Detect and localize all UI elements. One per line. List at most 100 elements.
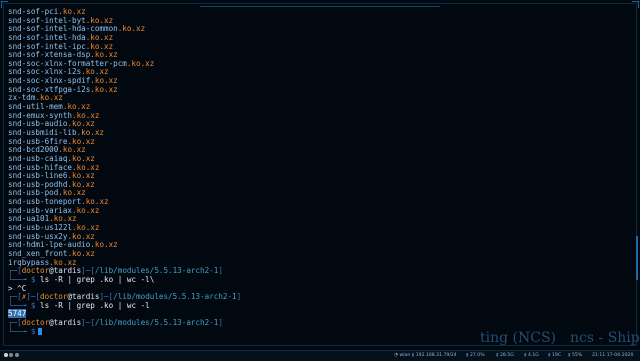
cursor-block bbox=[38, 327, 43, 335]
datetime[interactable]: 21:11 17-04-2020 bbox=[592, 353, 633, 358]
temperature: 19C bbox=[552, 353, 562, 358]
module-name: snd-sof-xtensa-dsp bbox=[8, 50, 91, 60]
module-name: snd-usb-pod bbox=[8, 188, 59, 198]
workspace-dot-icon[interactable] bbox=[4, 353, 8, 357]
ghost-text-1: ting (NCS) bbox=[480, 330, 557, 346]
module-extension: .ko.xz bbox=[49, 257, 77, 267]
prompt-user: doctor bbox=[40, 292, 68, 302]
prompt-header: ┌─[doctor@tardis]─[/lib/modules/5.5.13-a… bbox=[8, 318, 478, 328]
prompt-bracket: ] bbox=[218, 318, 223, 328]
status-bar: ◔ wlan ▮ 192.168.31.79/24 ▮ 27.0% ▮ 28.5… bbox=[0, 350, 640, 361]
module-name: snd-usb-audio bbox=[8, 119, 68, 129]
module-extension: .ko.xz bbox=[117, 24, 146, 34]
continuation-text: > ^C bbox=[8, 283, 27, 293]
module-extension: .ko.xz bbox=[90, 76, 118, 86]
module-name: snd-soc-xlnx-formatter-pcm bbox=[8, 58, 127, 68]
prompt-bracket: ┌─[ bbox=[8, 292, 22, 302]
workspace-dot-icon[interactable] bbox=[9, 353, 14, 357]
network-widget: ◔ wlan ▮ 192.168.31.79/24 bbox=[394, 353, 457, 358]
command-line: └──╼ $ ls -R | grep .ko | wc -l bbox=[8, 300, 478, 311]
output-count-selected[interactable]: 5747 bbox=[8, 309, 27, 319]
workspace-indicators[interactable] bbox=[4, 353, 19, 359]
module-name: snd-soc-xlnx-i2s bbox=[8, 67, 82, 77]
module-name: snd-usb-line6 bbox=[8, 171, 68, 181]
module-extension: .ko.xz bbox=[72, 110, 100, 120]
prompt-user: doctor bbox=[21, 318, 50, 328]
workspace-dot-icon[interactable] bbox=[14, 353, 19, 357]
command-line: └──╼ $ bbox=[8, 326, 478, 337]
memory-icon: ▮ bbox=[496, 353, 499, 358]
module-extension: .ko.xz bbox=[35, 93, 63, 103]
module-extension: .ko.xz bbox=[81, 197, 109, 207]
prompt-host: tardis bbox=[72, 292, 100, 302]
command-text: ls -R | grep .ko | wc -l bbox=[40, 300, 150, 310]
clock-widget[interactable]: 21:11 17-04-2020 bbox=[592, 353, 633, 358]
module-extension: .ko.xz bbox=[85, 15, 114, 25]
prompt-path: /lib/modules/5.5.13-arch2-1 bbox=[113, 292, 237, 302]
module-extension: .ko.xz bbox=[72, 205, 100, 215]
module-name: snd-sof-pci bbox=[8, 7, 59, 16]
cpu-usage: 4.1G bbox=[528, 353, 539, 358]
module-name: snd-util-mem bbox=[8, 102, 63, 112]
module-extension: .ko.xz bbox=[81, 67, 109, 77]
background-window-title: ting (NCS) ncs - Ship W bbox=[480, 330, 640, 346]
module-extension: .ko.xz bbox=[67, 119, 95, 129]
module-extension: .ko.xz bbox=[67, 248, 95, 258]
prompt-bracket: ]─[ bbox=[81, 318, 95, 328]
prompt-host: tardis bbox=[53, 318, 82, 328]
module-extension: .ko.xz bbox=[126, 58, 155, 68]
module-extension: .ko.xz bbox=[85, 32, 114, 42]
module-extension: .ko.xz bbox=[72, 162, 100, 172]
module-name: snd-usbmidi-lib bbox=[8, 127, 77, 137]
battery-level: 55% bbox=[572, 353, 583, 358]
prompt-arrow: └──╼ $ bbox=[8, 274, 36, 284]
module-extension: .ko.xz bbox=[67, 231, 95, 241]
module-extension: .ko.xz bbox=[58, 7, 86, 16]
prompt-bracket: ]─[ bbox=[81, 266, 95, 276]
terminal-output[interactable]: snd-sof-pci.ko.xz snd-sof-intel-byt.ko.xz… bbox=[8, 7, 478, 337]
module-name: snd-emux-synth bbox=[8, 110, 73, 120]
ghost-text-2: ncs - Ship W bbox=[570, 330, 640, 346]
module-name: snd_xen_front bbox=[8, 248, 68, 258]
module-name: snd-sof-intel-ipc bbox=[8, 41, 86, 51]
prompt-bracket: ] bbox=[218, 266, 223, 276]
terminal-line: snd_xen_front.ko.xz bbox=[8, 248, 478, 259]
frame-corner bbox=[632, 1, 639, 8]
disk-usage: 27.0% bbox=[470, 353, 485, 358]
module-extension: .ko.xz bbox=[67, 171, 95, 181]
module-name: snd-usb-toneport bbox=[8, 197, 82, 207]
module-name: snd-bcd2000 bbox=[8, 145, 59, 155]
prompt-path: /lib/modules/5.5.13-arch2-1 bbox=[94, 266, 219, 276]
module-extension: .ko.xz bbox=[62, 102, 91, 112]
module-extension: .ko.xz bbox=[49, 214, 77, 224]
module-name: snd-ua101 bbox=[8, 214, 50, 224]
module-name: snd-soc-xtfpga-i2s bbox=[8, 84, 91, 94]
thermometer-icon: ▮ bbox=[548, 353, 551, 358]
disk-icon: ▮ bbox=[466, 353, 469, 358]
prompt-bracket: ┌─[ bbox=[8, 318, 22, 328]
prompt-bracket: ]─[ bbox=[99, 292, 114, 302]
frame-corner bbox=[1, 1, 8, 8]
module-name: snd-usb-variax bbox=[8, 205, 73, 215]
module-extension: .ko.xz bbox=[90, 50, 118, 60]
load-widget: ▮ 4.1G bbox=[524, 353, 539, 358]
prompt-bracket: ┌─[ bbox=[8, 266, 22, 276]
module-name: snd-usb-us122l bbox=[8, 223, 73, 233]
module-name: snd-usb-hiface bbox=[8, 162, 73, 172]
command-text: ls -R | grep .ko | wc -l\ bbox=[40, 274, 155, 284]
prompt-arrow: └──╼ $ bbox=[8, 326, 36, 336]
module-name: snd-sof-intel-byt bbox=[8, 15, 86, 25]
prompt-bracket: ] bbox=[236, 292, 242, 302]
memory-usage: 28.5G bbox=[500, 353, 514, 358]
battery-icon: ▮ bbox=[568, 353, 571, 358]
prompt-path: /lib/modules/5.5.13-arch2-1 bbox=[94, 318, 219, 328]
module-extension: .ko.xz bbox=[72, 223, 100, 233]
module-extension: .ko.xz bbox=[85, 41, 114, 51]
module-extension: .ko.xz bbox=[90, 240, 118, 250]
prompt-bracket: ]─[ bbox=[26, 292, 41, 302]
memory-widget: ▮ 28.5G bbox=[496, 353, 514, 358]
module-extension: .ko.xz bbox=[90, 84, 118, 94]
edge-accent bbox=[636, 236, 638, 280]
disk-widget: ▮ 27.0% bbox=[466, 353, 485, 358]
temperature-widget: ▮ 19C bbox=[548, 353, 561, 358]
